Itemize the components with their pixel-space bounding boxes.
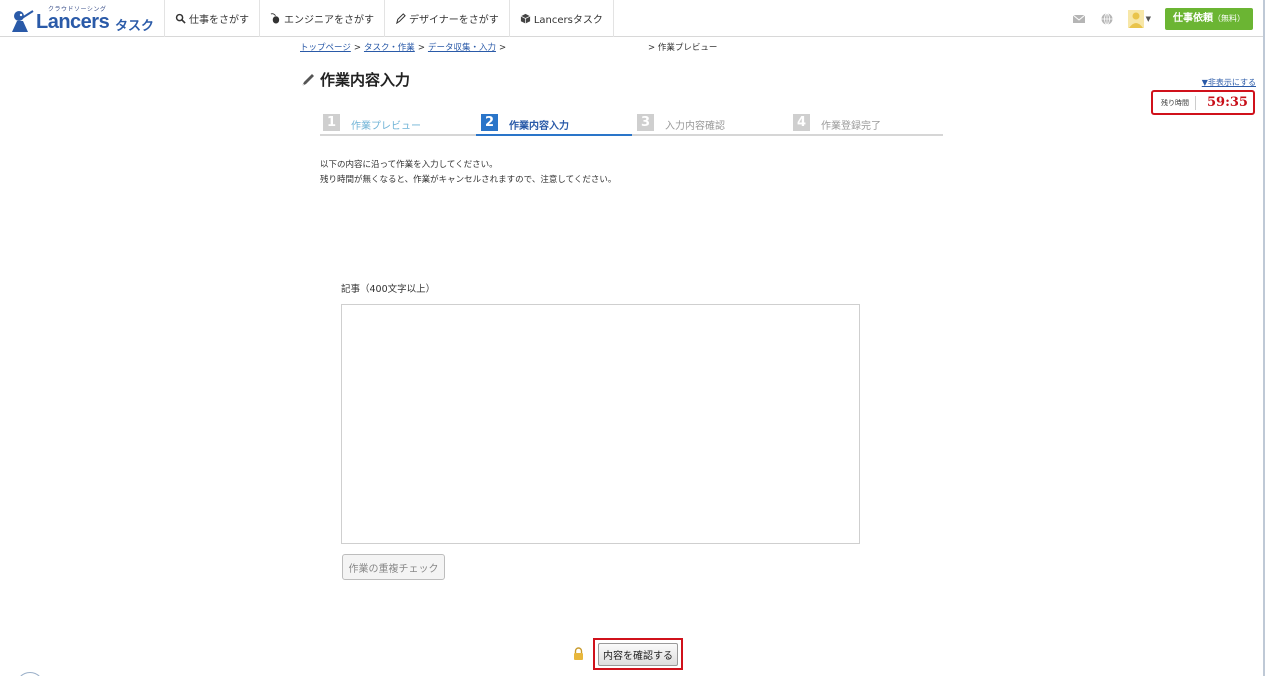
breadcrumb-top[interactable]: トップページ <box>300 43 351 53</box>
lancer-mascot-icon <box>12 10 34 32</box>
lancers-task-logo[interactable]: クラウドソーシング Lancers タスク <box>8 3 163 35</box>
hide-timer-link[interactable]: ▼非表示にする <box>1202 77 1256 88</box>
mouse-icon <box>270 13 280 24</box>
active-step-underline <box>476 134 632 136</box>
site-header: クラウドソーシング Lancers タスク 仕事をさがす エンジニアをさがす デ… <box>0 0 1265 37</box>
nav-lancers-task[interactable]: Lancersタスク <box>508 0 614 37</box>
breadcrumb-task-work[interactable]: タスク・作業 <box>364 43 415 53</box>
header-utilities: ▼ 仕事依頼（無料） <box>1072 0 1265 37</box>
breadcrumb-separator: > <box>353 43 361 53</box>
lock-icon <box>574 647 583 660</box>
step-label: 入力内容確認 <box>665 120 725 132</box>
post-job-button[interactable]: 仕事依頼（無料） <box>1165 7 1253 30</box>
step-number: 4 <box>793 113 810 131</box>
nav-find-work[interactable]: 仕事をさがす <box>164 0 259 37</box>
post-job-free-note: （無料） <box>1213 13 1245 23</box>
article-field-label: 記事（400文字以上） <box>341 284 436 295</box>
instructions: 以下の内容に沿って作業を入力してください。 残り時間が無くなると、作業がキャンセ… <box>320 158 616 188</box>
remaining-time-label: 残り時間 <box>1153 95 1196 110</box>
instruction-line: 残り時間が無くなると、作業がキャンセルされますので、注意してください。 <box>320 175 617 185</box>
confirm-content-button[interactable]: 内容を確認する <box>598 643 678 666</box>
breadcrumb-separator: > <box>498 43 507 53</box>
nav-find-engineer[interactable]: エンジニアをさがす <box>259 0 384 37</box>
corner-widget[interactable] <box>16 672 44 676</box>
post-job-label: 仕事依頼 <box>1173 12 1213 24</box>
caret-down-icon[interactable]: ▼ <box>1146 15 1151 23</box>
search-icon <box>175 13 186 24</box>
breadcrumb-current: > 作業プレビュー <box>648 43 718 53</box>
nav-find-designer-label: デザイナーをさがす <box>409 15 499 26</box>
nav-find-engineer-label: エンジニアをさがす <box>284 15 374 26</box>
mail-icon[interactable] <box>1072 12 1086 26</box>
nav-lancers-task-label: Lancersタスク <box>533 15 603 26</box>
breadcrumb-data-entry[interactable]: データ収集・入力 <box>428 43 496 53</box>
page-title-text: 作業内容入力 <box>320 71 411 89</box>
globe-icon[interactable] <box>1100 12 1114 26</box>
pen-nib-icon <box>301 73 314 86</box>
remaining-time-box: 残り時間 59:35 <box>1151 90 1255 115</box>
step-number: 2 <box>481 113 498 131</box>
avatar-icon[interactable] <box>1127 9 1144 28</box>
step-label: 作業プレビュー <box>351 120 421 132</box>
nav-find-designer[interactable]: デザイナーをさがす <box>384 0 509 37</box>
progress-steps: 1 作業プレビュー 2 作業内容入力 3 入力内容確認 4 作業登録完了 <box>320 108 943 136</box>
article-textarea[interactable] <box>341 304 860 544</box>
step-confirm: 3 入力内容確認 <box>637 108 725 136</box>
instruction-line: 以下の内容に沿って作業を入力してください。 <box>320 160 498 170</box>
logo-wordmark: Lancers <box>36 11 110 33</box>
logo-task-label: タスク <box>115 19 155 34</box>
step-label: 作業登録完了 <box>821 120 881 132</box>
step-number: 3 <box>637 113 654 131</box>
pen-icon <box>396 13 406 24</box>
step-number: 1 <box>323 113 340 131</box>
global-nav: 仕事をさがす エンジニアをさがす デザイナーをさがす Lancersタスク <box>164 0 614 37</box>
step-label: 作業内容入力 <box>509 120 569 132</box>
step-input: 2 作業内容入力 <box>481 108 569 136</box>
step-complete: 4 作業登録完了 <box>793 108 881 136</box>
nav-find-work-label: 仕事をさがす <box>189 15 249 26</box>
breadcrumb: トップページ > タスク・作業 > データ収集・入力 > > 作業プレビュー <box>300 41 717 53</box>
page-title: 作業内容入力 <box>300 69 410 90</box>
box-icon <box>520 13 531 24</box>
duplicate-check-button[interactable]: 作業の重複チェック <box>342 554 445 580</box>
step-preview: 1 作業プレビュー <box>323 108 421 136</box>
breadcrumb-separator: > <box>417 43 425 53</box>
remaining-time-value: 59:35 <box>1207 95 1248 110</box>
